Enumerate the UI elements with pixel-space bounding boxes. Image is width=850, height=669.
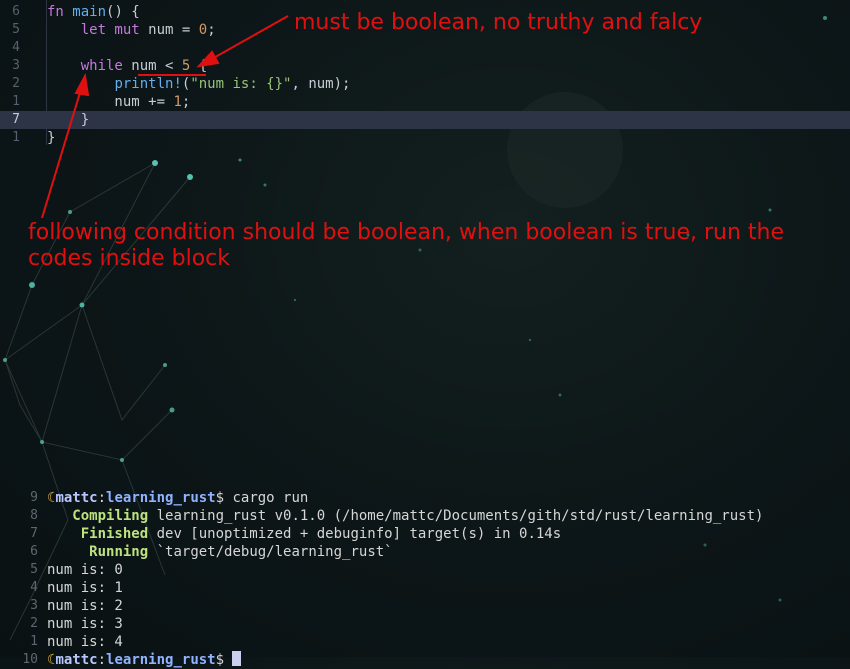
terminal-line: 10 ☾mattc:learning_rust$: [0, 651, 850, 669]
terminal-line-number: 7: [30, 526, 38, 541]
arrowhead: [74, 72, 90, 97]
terminal-line: 2 num is: 3: [0, 615, 850, 633]
terminal-line-number: 8: [30, 508, 38, 523]
terminal-line-number: 9: [30, 490, 38, 505]
terminal-line: 1 num is: 4: [0, 633, 850, 651]
terminal-line-number: 10: [22, 652, 38, 667]
terminal-line-number: 1: [30, 634, 38, 649]
terminal-line: 7 Finished dev [unoptimized + debuginfo]…: [0, 525, 850, 543]
terminal-cursor[interactable]: [232, 651, 242, 666]
terminal-line: 3 num is: 2: [0, 597, 850, 615]
terminal-line-number: 6: [30, 544, 38, 559]
arrow-to-number: [209, 15, 289, 61]
annotation-boolean-note: must be boolean, no truthy and falcy: [294, 10, 703, 35]
terminal-line-number: 2: [30, 616, 38, 631]
terminal-line-number: 4: [30, 580, 38, 595]
terminal-pane[interactable]: 9 ☾mattc:learning_rust$ cargo run 8 Compil…: [0, 480, 850, 668]
terminal-line: 8 Compiling learning_rust v0.1.0 (/home/…: [0, 507, 850, 525]
terminal-line: 6 Running `target/debug/learning_rust`: [0, 543, 850, 561]
terminal-line-number: 3: [30, 598, 38, 613]
terminal-line: 4 num is: 1: [0, 579, 850, 597]
terminal-line: 5 num is: 0: [0, 561, 850, 579]
terminal-line: 9 ☾mattc:learning_rust$ cargo run: [0, 489, 850, 507]
arrow-to-while: [41, 85, 83, 219]
annotation-condition-note: following condition should be boolean, w…: [28, 220, 785, 271]
arrowhead: [196, 50, 220, 68]
terminal-line-number: 5: [30, 562, 38, 577]
